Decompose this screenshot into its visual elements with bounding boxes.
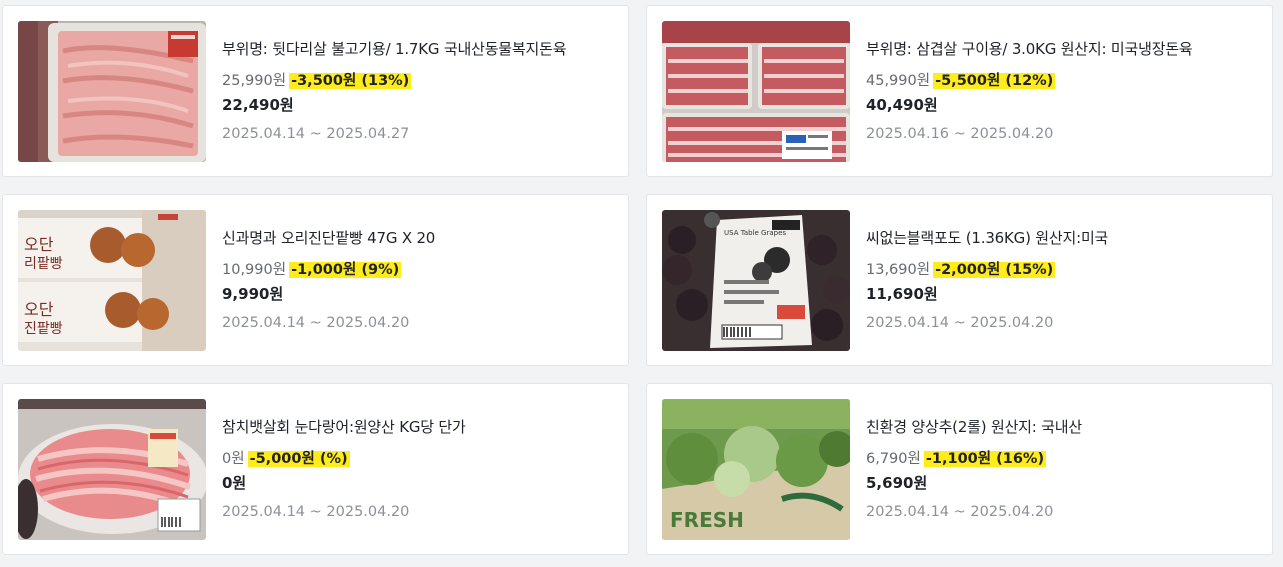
svg-text:오단: 오단 — [24, 235, 54, 254]
product-card[interactable]: 부위명: 뒷다리살 불고기용/ 1.7KG 국내산동물복지돈육 25,990원 -… — [2, 5, 629, 177]
product-info: 친환경 양상추(2롤) 원산지: 국내산 6,790원 -1,100원 (16%)… — [866, 418, 1262, 522]
discount-badge: -1,100원 (16%) — [923, 451, 1047, 467]
final-price: 5,690원 — [866, 474, 928, 492]
final-price: 11,690원 — [866, 285, 938, 303]
product-title[interactable]: 참치뱃살회 눈다랑어:원양산 KG당 단가 — [222, 418, 618, 437]
product-info: 신과명과 오리진단팥빵 47G X 20 10,990원 -1,000원 (9%)… — [222, 229, 618, 333]
product-image-lettuce[interactable]: FRESH — [662, 399, 850, 540]
product-card[interactable]: FRESH 친환경 양상추(2롤) 원산지: 국내산 6,790원 -1,100원… — [646, 383, 1273, 555]
final-price: 40,490원 — [866, 96, 938, 114]
product-image-pork-belly[interactable] — [662, 21, 850, 162]
product-info: 참치뱃살회 눈다랑어:원양산 KG당 단가 0원 -5,000원 (%) 0원 2… — [222, 418, 618, 522]
sale-period: 2025.04.14 ~ 2025.04.27 — [222, 126, 410, 142]
price-row: 13,690원 -2,000원 (15%) — [866, 261, 1262, 280]
discount-badge: -1,000원 (9%) — [289, 262, 402, 278]
discount-badge: -3,500원 (13%) — [289, 73, 412, 89]
original-price: 45,990원 — [866, 73, 931, 89]
product-info: 부위명: 삼겹살 구이용/ 3.0KG 원산지: 미국냉장돈육 45,990원 -… — [866, 40, 1262, 144]
product-info: 부위명: 뒷다리살 불고기용/ 1.7KG 국내산동물복지돈육 25,990원 -… — [222, 40, 618, 144]
original-price: 25,990원 — [222, 73, 287, 89]
sale-period: 2025.04.14 ~ 2025.04.20 — [866, 315, 1054, 331]
original-price: 0원 — [222, 451, 245, 467]
discount-badge: -2,000원 (15%) — [933, 262, 1056, 278]
discount-badge: -5,500원 (12%) — [933, 73, 1056, 89]
product-image-red-bean-bread[interactable]: 오단 리팥빵 오단 진팥빵 — [18, 210, 206, 351]
price-row: 0원 -5,000원 (%) — [222, 450, 618, 469]
product-title[interactable]: 부위명: 뒷다리살 불고기용/ 1.7KG 국내산동물복지돈육 — [222, 40, 618, 59]
sale-period: 2025.04.14 ~ 2025.04.20 — [222, 315, 410, 331]
product-title[interactable]: 신과명과 오리진단팥빵 47G X 20 — [222, 229, 618, 248]
final-price: 22,490원 — [222, 96, 294, 114]
original-price: 6,790원 — [866, 451, 921, 467]
svg-text:오단: 오단 — [24, 300, 54, 319]
price-row: 45,990원 -5,500원 (12%) — [866, 72, 1262, 91]
discount-badge: -5,000원 (%) — [247, 451, 350, 467]
original-price: 13,690원 — [866, 262, 931, 278]
product-title[interactable]: 씨없는블랙포도 (1.36KG) 원산지:미국 — [866, 229, 1262, 248]
price-row: 10,990원 -1,000원 (9%) — [222, 261, 618, 280]
product-info: 씨없는블랙포도 (1.36KG) 원산지:미국 13,690원 -2,000원 (… — [866, 229, 1262, 333]
price-row: 6,790원 -1,100원 (16%) — [866, 450, 1262, 469]
grapes-label-text: USA Table Grapes — [724, 229, 786, 237]
product-grid: 부위명: 뒷다리살 불고기용/ 1.7KG 국내산동물복지돈육 25,990원 -… — [2, 5, 1273, 555]
svg-text:리팥빵: 리팥빵 — [24, 256, 63, 272]
product-card[interactable]: USA Table Grapes 씨없는블랙포도 (1.36KG) 원산지:미국… — [646, 194, 1273, 366]
sale-period: 2025.04.16 ~ 2025.04.20 — [866, 126, 1054, 142]
sale-period: 2025.04.14 ~ 2025.04.20 — [222, 504, 410, 520]
final-price: 0원 — [222, 474, 247, 492]
final-price: 9,990원 — [222, 285, 284, 303]
product-title[interactable]: 부위명: 삼겹살 구이용/ 3.0KG 원산지: 미국냉장돈육 — [866, 40, 1262, 59]
product-image-black-grapes[interactable]: USA Table Grapes — [662, 210, 850, 351]
sale-period: 2025.04.14 ~ 2025.04.20 — [866, 504, 1054, 520]
product-card[interactable]: 참치뱃살회 눈다랑어:원양산 KG당 단가 0원 -5,000원 (%) 0원 2… — [2, 383, 629, 555]
product-title[interactable]: 친환경 양상추(2롤) 원산지: 국내산 — [866, 418, 1262, 437]
original-price: 10,990원 — [222, 262, 287, 278]
svg-text:진팥빵: 진팥빵 — [24, 321, 63, 337]
product-card[interactable]: 오단 리팥빵 오단 진팥빵 신과명과 오리진단팥빵 47G X 20 10,99… — [2, 194, 629, 366]
product-image-tuna-sashimi[interactable] — [18, 399, 206, 540]
product-image-pork-leg[interactable] — [18, 21, 206, 162]
price-row: 25,990원 -3,500원 (13%) — [222, 72, 618, 91]
lettuce-box-text: FRESH — [670, 508, 744, 532]
product-card[interactable]: 부위명: 삼겹살 구이용/ 3.0KG 원산지: 미국냉장돈육 45,990원 -… — [646, 5, 1273, 177]
